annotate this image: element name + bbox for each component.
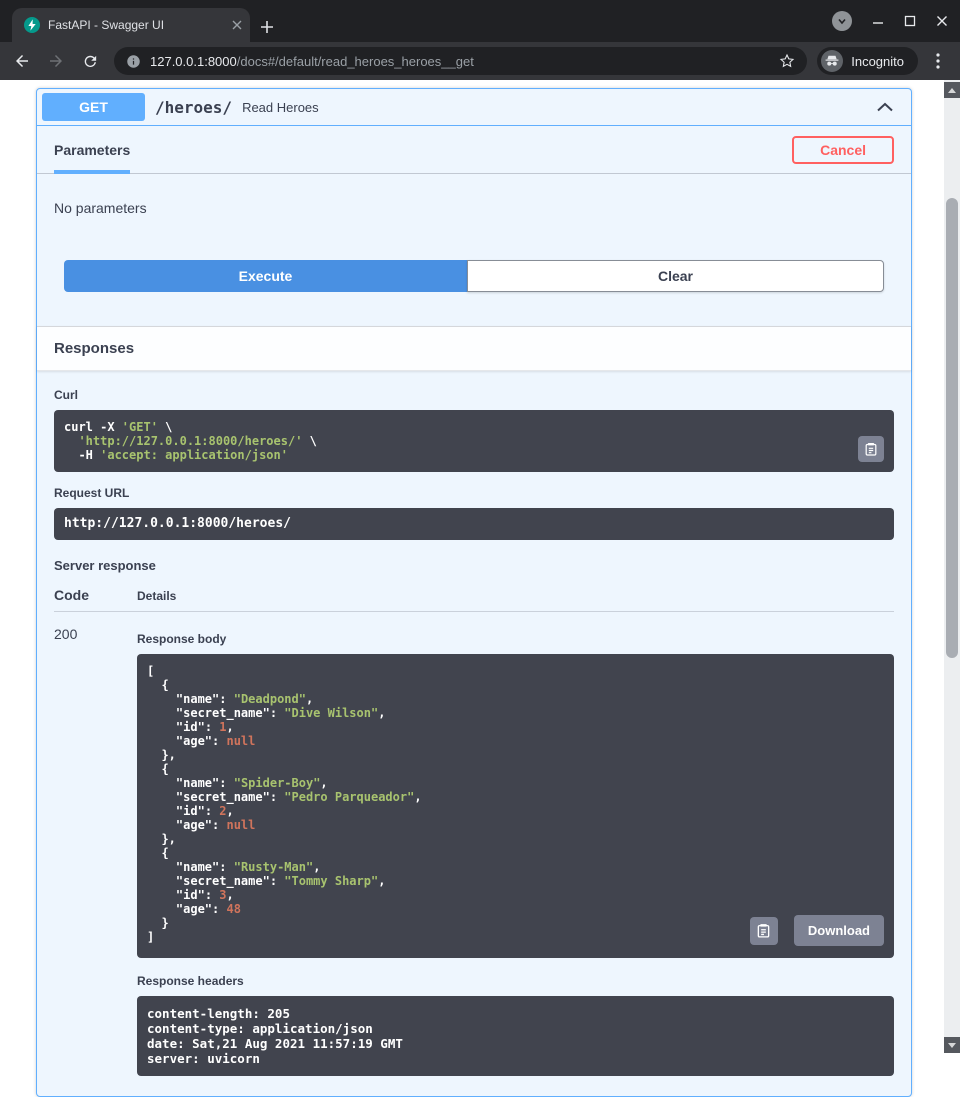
media-controls-button[interactable] — [832, 11, 852, 31]
page-info-icon[interactable] — [126, 54, 141, 69]
execute-button[interactable]: Execute — [64, 260, 467, 292]
browser-menu-icon[interactable] — [924, 47, 952, 75]
response-row: 200 Response body [ { "name": "Deadpond"… — [54, 612, 894, 1076]
code-column-header: Code — [54, 587, 137, 603]
scroll-down-icon — [948, 1043, 956, 1048]
page-scrollbar[interactable] — [944, 80, 960, 1053]
incognito-icon — [821, 50, 843, 72]
response-body-code: [ { "name": "Deadpond", "secret_name": "… — [147, 664, 884, 944]
scroll-down-button[interactable] — [944, 1037, 960, 1053]
browser-titlebar: FastAPI - Swagger UI — [0, 0, 960, 42]
operation-summary-text: Read Heroes — [242, 100, 319, 115]
incognito-label: Incognito — [851, 54, 904, 69]
response-body-block: [ { "name": "Deadpond", "secret_name": "… — [137, 654, 894, 958]
curl-label: Curl — [54, 388, 894, 402]
response-details-cell: Response body [ { "name": "Deadpond", "s… — [137, 626, 894, 1076]
request-url-value: http://127.0.0.1:8000/heroes/ — [54, 508, 894, 540]
window-controls — [832, 0, 948, 42]
response-body-actions: Download — [750, 915, 884, 946]
close-window-button[interactable] — [936, 15, 948, 27]
browser-navbar: 127.0.0.1:8000/docs#/default/read_heroes… — [0, 42, 960, 80]
parameters-title: Parameters — [54, 126, 130, 173]
curl-command: curl -X 'GET' \ 'http://127.0.0.1:8000/h… — [64, 420, 884, 462]
response-table-header: Code Details — [54, 587, 894, 612]
reload-button[interactable] — [76, 47, 104, 75]
url-path: /docs#/default/read_heroes_heroes__get — [237, 54, 474, 69]
copy-response-button[interactable] — [750, 917, 778, 945]
url-host: 127.0.0.1:8000 — [150, 54, 237, 69]
status-code: 200 — [54, 626, 137, 1076]
copy-curl-button[interactable] — [858, 436, 884, 462]
response-headers-label: Response headers — [137, 974, 894, 988]
fastapi-favicon-icon — [24, 17, 40, 33]
parameters-header: Parameters Cancel — [37, 126, 911, 174]
bookmark-star-icon[interactable] — [779, 53, 795, 69]
method-badge: GET — [42, 93, 145, 121]
forward-button[interactable] — [42, 47, 70, 75]
maximize-button[interactable] — [904, 15, 916, 27]
browser-tab[interactable]: FastAPI - Swagger UI — [12, 8, 250, 42]
address-bar[interactable]: 127.0.0.1:8000/docs#/default/read_heroes… — [114, 47, 807, 75]
response-body-label: Response body — [137, 632, 894, 646]
download-button[interactable]: Download — [794, 915, 884, 946]
scroll-up-button[interactable] — [944, 82, 960, 98]
opblock-get-heroes: GET /heroes/ Read Heroes Parameters Canc… — [36, 88, 912, 1097]
tab-close-icon[interactable] — [232, 20, 242, 30]
url-text: 127.0.0.1:8000/docs#/default/read_heroes… — [150, 54, 770, 69]
curl-code-block: curl -X 'GET' \ 'http://127.0.0.1:8000/h… — [54, 410, 894, 472]
operation-summary[interactable]: GET /heroes/ Read Heroes — [37, 89, 911, 126]
details-column-header: Details — [137, 589, 894, 603]
scrollbar-thumb[interactable] — [946, 198, 958, 658]
server-response-label: Server response — [54, 558, 894, 573]
swagger-page: GET /heroes/ Read Heroes Parameters Canc… — [0, 80, 960, 1053]
scroll-up-icon — [948, 88, 956, 93]
request-url-label: Request URL — [54, 486, 894, 500]
collapse-arrow-icon[interactable] — [875, 97, 895, 117]
minimize-button[interactable] — [872, 15, 884, 27]
no-parameters-text: No parameters — [54, 200, 894, 216]
responses-section-header: Responses — [37, 326, 911, 371]
back-button[interactable] — [8, 47, 36, 75]
operation-path: /heroes/ — [155, 98, 232, 117]
response-headers-block: content-length: 205 content-type: applic… — [137, 996, 894, 1076]
response-headers-code: content-length: 205 content-type: applic… — [147, 1006, 884, 1066]
incognito-badge: Incognito — [817, 47, 918, 75]
new-tab-button[interactable] — [260, 20, 274, 34]
clear-button[interactable]: Clear — [467, 260, 884, 292]
tab-title: FastAPI - Swagger UI — [48, 18, 224, 32]
execute-row: Execute Clear — [64, 260, 884, 292]
responses-body: Curl curl -X 'GET' \ 'http://127.0.0.1:8… — [37, 371, 911, 1096]
cancel-button[interactable]: Cancel — [792, 136, 894, 164]
parameters-body: No parameters Execute Clear — [37, 174, 911, 292]
